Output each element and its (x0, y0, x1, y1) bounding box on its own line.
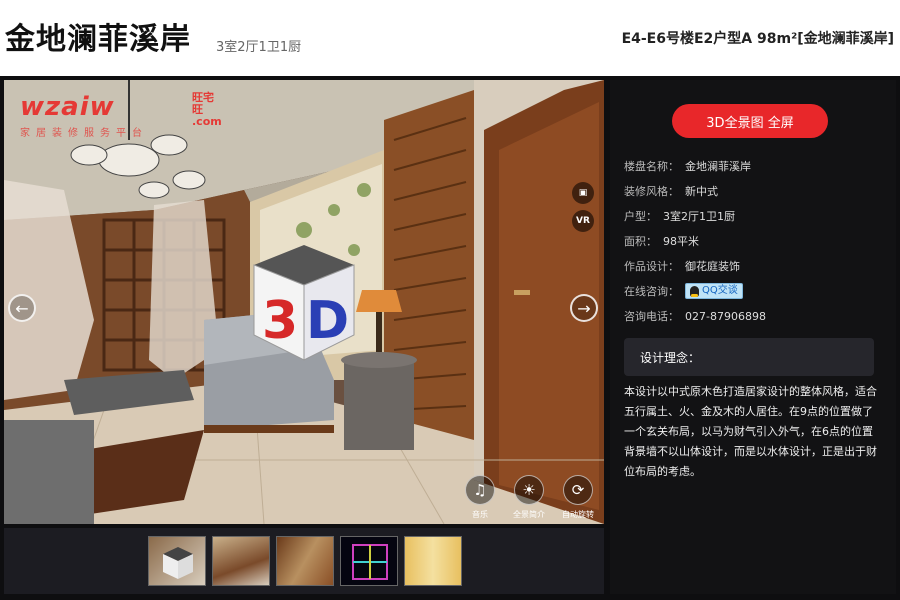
thumbnail-scene-3[interactable] (276, 536, 334, 586)
info-value: 新中式 (685, 185, 718, 198)
intro-button[interactable]: ☀ 全景简介 (509, 475, 549, 520)
thumbnail-floorplan[interactable] (340, 536, 398, 586)
arrow-right-icon: → (577, 298, 591, 318)
music-button[interactable]: ♫ 音乐 (460, 475, 500, 520)
floorplan-icon (352, 544, 388, 580)
thumbnail-scene-2[interactable] (212, 536, 270, 586)
logo-side: 旺宅旺 .com (192, 92, 222, 128)
info-value: 3室2厅1卫1厨 (663, 210, 735, 223)
layout-summary: 3室2厅1卫1厨 (216, 40, 302, 55)
thumbnail-strip (4, 528, 604, 594)
info-value: 98平米 (663, 235, 699, 248)
thumbnail-poster[interactable] (404, 536, 462, 586)
gyroscope-icon[interactable]: ▣ (572, 182, 594, 204)
info-key: 户型： (624, 210, 657, 223)
auto-rotate-label: 自动旋转 (562, 510, 594, 519)
logo-tagline: 家居装修服务平台 (20, 128, 148, 139)
unit-title: E4-E6号楼E2户型A 98m²[金地澜菲溪岸] (621, 31, 894, 47)
logo-side-cn: 旺宅旺 (192, 91, 214, 116)
info-key: 在线咨询： (624, 285, 679, 298)
auto-rotate-button[interactable]: ⟳ 自动旋转 (558, 475, 598, 520)
info-row-phone: 咨询电话： 027-87906898 (624, 308, 884, 333)
qq-chat-button[interactable]: QQ交谈 (685, 283, 743, 299)
arrow-left-icon: ← (15, 298, 29, 318)
info-value: 御花庭装饰 (685, 260, 740, 273)
info-row-consult: 在线咨询： QQ交谈 (624, 283, 884, 308)
design-concept-heading: 设计理念： (624, 338, 874, 376)
fullscreen-3d-button[interactable]: 3D全景图 全屏 (672, 104, 828, 138)
panorama-viewer[interactable]: 3 D wzaiw 旺宅旺 .com 家居装修服务平台 ▣ VR ← → ♫ 音… (4, 80, 604, 524)
vr-label: VR (576, 216, 590, 226)
info-key: 楼盘名称： (624, 160, 679, 173)
page-title: 金地澜菲溪岸 (5, 22, 191, 57)
info-value: 027-87906898 (685, 310, 766, 323)
svg-text:3: 3 (262, 291, 298, 351)
site-logo: wzaiw 旺宅旺 .com 家居装修服务平台 (20, 92, 222, 140)
logo-wordmark: wzaiw (20, 92, 115, 122)
design-concept-text: 本设计以中式原木色打造居家设计的整体风格，适合五行属土、火、金及木的人居住。在9… (624, 385, 877, 478)
lightbulb-icon: ☀ (514, 475, 544, 505)
intro-label: 全景简介 (513, 510, 545, 519)
info-rows: 楼盘名称： 金地澜菲溪岸 装修风格： 新中式 户型： 3室2厅1卫1厨 面积： … (624, 158, 884, 333)
info-key: 咨询电话： (624, 310, 679, 323)
3d-cube-icon (163, 547, 193, 579)
music-label: 音乐 (472, 510, 488, 519)
main-frame: 3 D wzaiw 旺宅旺 .com 家居装修服务平台 ▣ VR ← → ♫ 音… (0, 76, 900, 600)
room-scene: 3 D (4, 80, 604, 524)
info-row-style: 装修风格： 新中式 (624, 183, 884, 208)
qq-chat-label: QQ交谈 (702, 285, 738, 296)
info-panel: 3D全景图 全屏 楼盘名称： 金地澜菲溪岸 装修风格： 新中式 户型： 3室2厅… (610, 80, 896, 594)
info-row-layout: 户型： 3室2厅1卫1厨 (624, 208, 884, 233)
info-row-designer: 作品设计： 御花庭装饰 (624, 258, 884, 283)
thumbnail-scene-1[interactable] (148, 536, 206, 586)
next-scene-button[interactable]: → (570, 294, 598, 322)
3d-watermark-icon: 3 D (253, 245, 355, 361)
prev-scene-button[interactable]: ← (8, 294, 36, 322)
info-row-building: 楼盘名称： 金地澜菲溪岸 (624, 158, 884, 183)
info-key: 作品设计： (624, 260, 679, 273)
vr-mode-icon[interactable]: VR (572, 210, 594, 232)
info-row-area: 面积： 98平米 (624, 233, 884, 258)
info-key: 面积： (624, 235, 657, 248)
info-key: 装修风格： (624, 185, 679, 198)
info-value: 金地澜菲溪岸 (685, 160, 751, 173)
qq-penguin-icon (690, 285, 699, 297)
logo-side-com: .com (192, 115, 222, 128)
rotate-icon: ⟳ (563, 475, 593, 505)
svg-text:D: D (306, 291, 349, 351)
page-header: 金地澜菲溪岸 3室2厅1卫1厨 E4-E6号楼E2户型A 98m²[金地澜菲溪岸… (0, 0, 900, 76)
music-note-icon: ♫ (465, 475, 495, 505)
